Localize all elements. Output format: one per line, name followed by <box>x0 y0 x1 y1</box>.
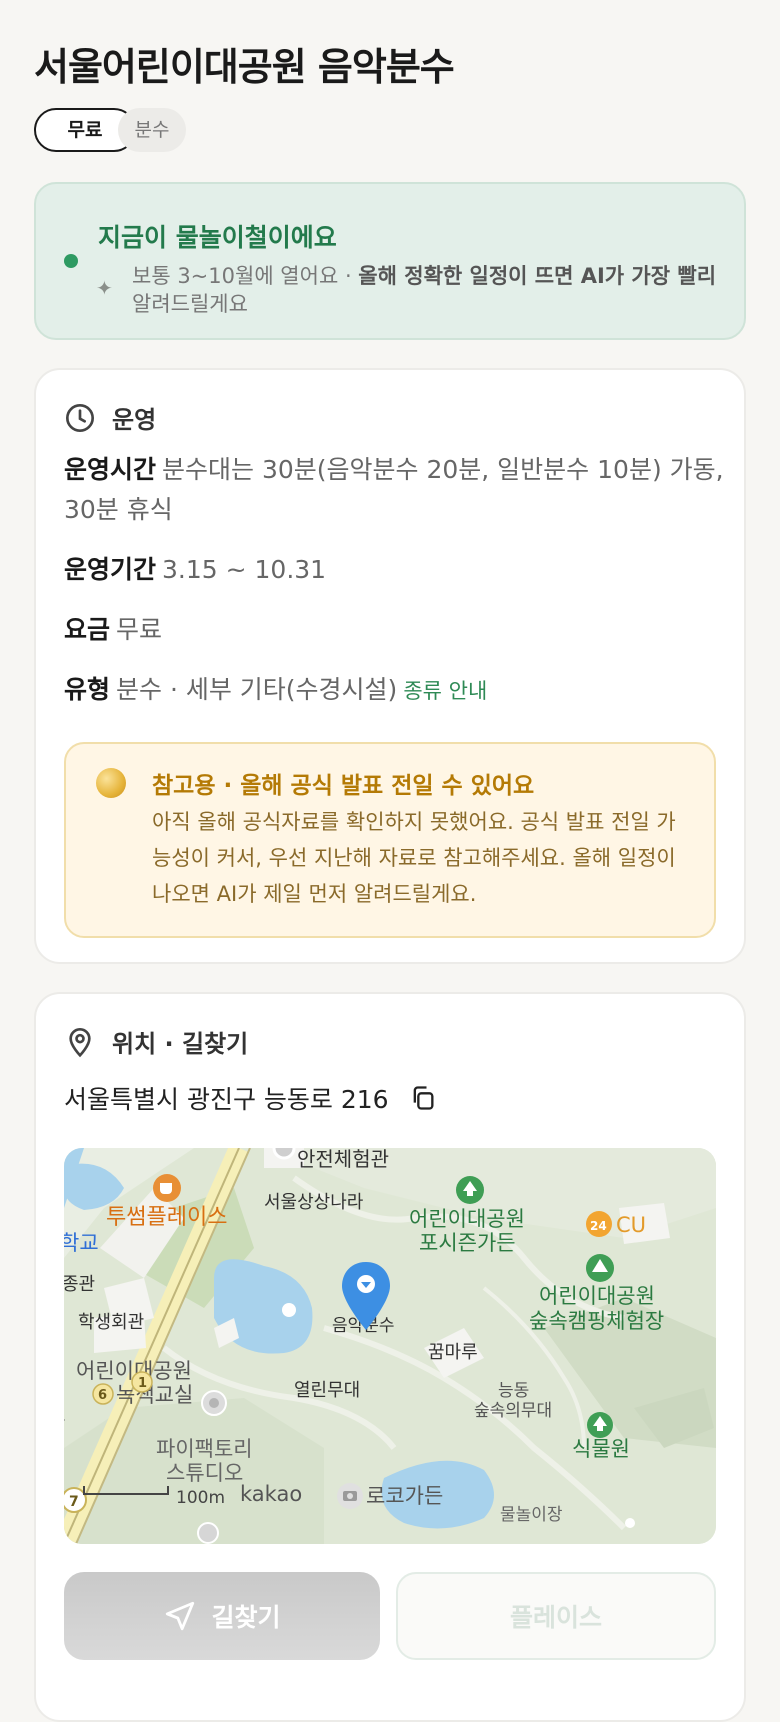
type-label: 유형 <box>64 675 111 704</box>
map-label-pie-factory-2: 스튜디오 <box>166 1461 243 1485</box>
map-label-camping-2: 숲속캠핑체험장 <box>529 1309 664 1333</box>
map-label-cu: CU <box>616 1213 646 1237</box>
location-header: 위치 · 길찾기 <box>64 1024 248 1059</box>
map-badge-7: 7 <box>69 1494 79 1510</box>
map-label-kkummaru: 꿈마루 <box>428 1342 478 1363</box>
place-detail-page: 서울어린이대공원 음악분수 무료 분수 지금이 물놀이철이에요 ✦ 보통 3~1… <box>0 0 780 1722</box>
location-title: 위치 · 길찾기 <box>112 1030 249 1058</box>
copy-icon[interactable] <box>409 1084 437 1112</box>
notice-body: 아직 올해 공식자료를 확인하지 못했어요. 공식 발표 전일 가능성이 커서,… <box>152 810 676 906</box>
map-label-open-stage: 열린무대 <box>294 1380 360 1401</box>
place-label: 플레이스 <box>509 1603 602 1632</box>
map-label-cu-badge: 24 <box>590 1219 607 1233</box>
map-label-jonggwan: 종관 <box>64 1274 95 1295</box>
type-guide-link[interactable]: 종류 안내 <box>403 679 487 703</box>
map-label-botanical: 식물원 <box>572 1437 630 1461</box>
map-scale-label: 100m <box>176 1488 225 1508</box>
operation-title: 운영 <box>112 406 157 434</box>
map-label-camping-1: 어린이대공원 <box>539 1284 655 1308</box>
season-desc-prefix: 보통 3~10월에 열어요 · <box>132 264 359 288</box>
navigation-arrow-icon <box>166 1601 195 1631</box>
map-label-forest-stage-2: 숲속의무대 <box>474 1401 552 1421</box>
hours-row: 운영시간 분수대는 30분(음악분수 20분, 일반분수 10분) 가동, 30분… <box>64 450 724 530</box>
directions-button[interactable]: 길찾기 <box>64 1572 380 1660</box>
clock-icon <box>66 403 94 432</box>
notice-title: 참고용 · 올해 공식 발표 전일 수 있어요 <box>152 773 535 799</box>
address-row: 서울특별시 광진구 능동로 216 <box>64 1080 437 1116</box>
hours-value: 분수대는 30분(음악분수 20분, 일반분수 10분) 가동, 30분 휴식 <box>64 455 724 524</box>
map-label-green-class-2: 녹색교실 <box>116 1383 193 1407</box>
operation-header: 운영 <box>64 400 156 435</box>
page-title: 서울어린이대공원 음악분수 <box>34 45 455 89</box>
map-label-twosome: 투썸플레이스 <box>106 1205 227 1230</box>
sparkle-icon: ✦ <box>96 276 113 300</box>
hours-label: 운영시간 <box>64 455 157 484</box>
place-button[interactable]: 플레이스 <box>396 1572 716 1660</box>
map-label-children-park-4seasons-2: 포시즌가든 <box>419 1231 516 1255</box>
map-label-student-hall: 학생회관 <box>78 1312 144 1333</box>
operation-card: 운영 운영시간 분수대는 30분(음악분수 20분, 일반분수 10분) 가동, … <box>34 368 746 964</box>
map-badge-1: 1 <box>138 1376 147 1391</box>
season-banner: 지금이 물놀이철이에요 ✦ 보통 3~10월에 열어요 · 올해 정확한 일정이… <box>34 182 746 340</box>
map-view[interactable]: 안전체험관 서울상상나라 어린이대공원 포시즌가든 24 CU 투썸플레이스 학… <box>64 1148 716 1544</box>
map-label-rococo: 로코가든 <box>366 1484 443 1508</box>
period-value: 3.15 ~ 10.31 <box>162 555 327 584</box>
fee-row: 요금 무료 <box>64 610 724 650</box>
fee-label: 요금 <box>64 615 111 644</box>
directions-label: 길찾기 <box>211 1603 281 1632</box>
map-label-hall: 홀 <box>64 1411 66 1431</box>
address-text: 서울특별시 광진구 능동로 216 <box>64 1085 389 1114</box>
type-value: 분수 · 세부 기타(수경시설) <box>116 675 398 704</box>
season-description: 보통 3~10월에 열어요 · 올해 정확한 일정이 뜨면 AI가 가장 빨리알… <box>132 262 732 318</box>
season-headline: 지금이 물놀이철이에요 <box>98 223 337 252</box>
map-label-forest-stage-1: 능동 <box>498 1381 529 1401</box>
map-label-school: 학교 <box>64 1231 99 1255</box>
map-label-children-park-4seasons-1: 어린이대공원 <box>409 1207 525 1231</box>
map-label-water-play: 물놀이장 <box>500 1505 563 1525</box>
type-row: 유형 분수 · 세부 기타(수경시설) 종류 안내 <box>64 670 724 711</box>
status-dot-icon <box>64 254 78 268</box>
map-label-safety: 안전체험관 <box>297 1148 389 1171</box>
map-brand-logo: kakao <box>240 1482 302 1506</box>
season-desc-suffix: 알려드릴게요 <box>132 292 248 316</box>
reference-notice: 참고용 · 올해 공식 발표 전일 수 있어요 아직 올해 공식자료를 확인하지… <box>64 742 716 938</box>
tag-fountain[interactable]: 분수 <box>118 108 186 152</box>
period-label: 운영기간 <box>64 555 157 584</box>
location-pin-icon <box>69 1027 91 1057</box>
coin-icon <box>96 768 126 798</box>
map-label-pie-factory-1: 파이팩토리 <box>156 1437 253 1461</box>
season-desc-bold: 올해 정확한 일정이 뜨면 AI가 가장 빨리 <box>358 264 717 288</box>
fee-value: 무료 <box>116 615 163 644</box>
map-label-seoul-sangsang: 서울상상나라 <box>264 1192 364 1213</box>
period-row: 운영기간 3.15 ~ 10.31 <box>64 550 724 590</box>
map-badge-6: 6 <box>98 1388 107 1403</box>
